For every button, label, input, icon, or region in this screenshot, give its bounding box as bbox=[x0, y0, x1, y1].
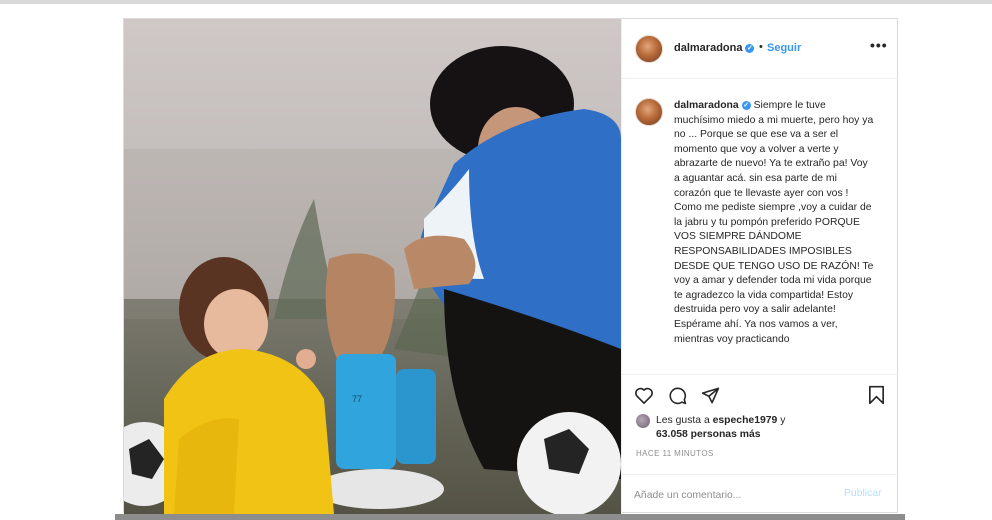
caption-username[interactable]: dalmaradona bbox=[674, 100, 739, 111]
likes-joiner: y bbox=[780, 415, 786, 426]
likes-prefix: Les gusta a bbox=[656, 415, 710, 426]
caption: dalmaradona ✓ Siempre le tuve muchísimo m… bbox=[674, 99, 874, 347]
verified-badge-icon: ✓ bbox=[745, 43, 755, 53]
follow-button[interactable]: Seguir bbox=[767, 42, 801, 54]
likes-count-link[interactable]: 63.058 personas más bbox=[656, 429, 761, 440]
comment-bar: Publicar bbox=[622, 474, 898, 514]
separator-dot: • bbox=[759, 41, 763, 53]
avatar[interactable] bbox=[635, 35, 663, 63]
likes-avatar[interactable] bbox=[636, 414, 650, 428]
top-border bbox=[0, 0, 992, 4]
username-link[interactable]: dalmaradona ✓ bbox=[674, 42, 755, 54]
post-timestamp[interactable]: HACE 11 MINUTOS bbox=[636, 449, 714, 458]
photo-illustration: 77 bbox=[124, 46, 621, 514]
likes-user-link[interactable]: espeche1979 bbox=[713, 415, 778, 426]
share-icon[interactable] bbox=[701, 386, 720, 405]
caption-avatar[interactable] bbox=[635, 98, 663, 126]
caption-area: dalmaradona ✓ Siempre le tuve muchísimo m… bbox=[622, 80, 898, 374]
bottom-border bbox=[115, 514, 905, 520]
post-photo: 77 bbox=[124, 19, 621, 514]
bookmark-icon[interactable] bbox=[868, 385, 885, 405]
username-text[interactable]: dalmaradona bbox=[674, 42, 742, 54]
instagram-post: 77 dalmaradona ✓ • Seguir ••• dalmaradon… bbox=[123, 18, 898, 514]
publish-button[interactable]: Publicar bbox=[844, 488, 882, 499]
likes-summary: Les gusta a espeche1979 y 63.058 persona… bbox=[656, 414, 886, 442]
comment-icon[interactable] bbox=[668, 386, 687, 405]
comment-input[interactable] bbox=[634, 486, 824, 504]
post-actions: Les gusta a espeche1979 y 63.058 persona… bbox=[622, 374, 898, 484]
svg-text:77: 77 bbox=[352, 394, 362, 404]
more-options-icon[interactable]: ••• bbox=[870, 37, 888, 53]
heart-icon[interactable] bbox=[634, 386, 654, 404]
verified-badge-icon: ✓ bbox=[741, 100, 751, 110]
post-header: dalmaradona ✓ • Seguir ••• bbox=[622, 19, 898, 79]
caption-text: Siempre le tuve muchísimo miedo a mi mue… bbox=[674, 100, 874, 345]
post-side-panel: dalmaradona ✓ • Seguir ••• dalmaradona ✓ S… bbox=[621, 19, 898, 514]
